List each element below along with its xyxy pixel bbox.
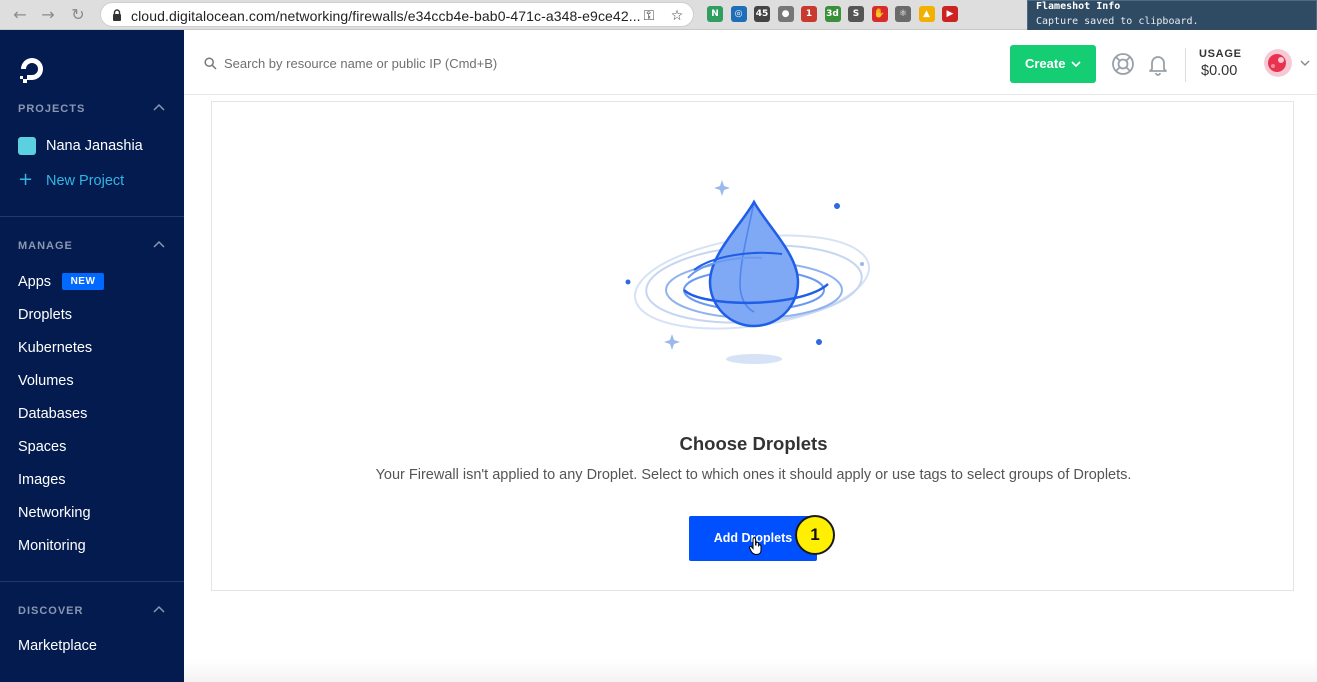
- sidebar-divider: [0, 581, 184, 582]
- page-bottom-shade: [184, 660, 1317, 682]
- sidebar-item-volumes[interactable]: Volumes: [18, 373, 74, 389]
- sidebar-project-name[interactable]: Nana Janashia: [46, 138, 143, 154]
- header-divider: [1185, 48, 1186, 82]
- new-project-link[interactable]: New Project: [46, 173, 124, 189]
- address-bar[interactable]: cloud.digitalocean.com/networking/firewa…: [100, 2, 694, 27]
- sidebar: PROJECTS Nana Janashia + New Project MAN…: [0, 30, 184, 682]
- sidebar-item-kubernetes[interactable]: Kubernetes: [18, 340, 92, 356]
- sidebar-item-monitoring[interactable]: Monitoring: [18, 538, 86, 554]
- empty-state-card: Choose Droplets Your Firewall isn't appl…: [211, 101, 1294, 591]
- usage-value[interactable]: $0.00: [1201, 63, 1237, 79]
- mail-ext-icon[interactable]: 1: [801, 6, 817, 22]
- stop-ext-icon[interactable]: ✋: [871, 6, 888, 22]
- sidebar-item-droplets[interactable]: Droplets: [18, 307, 72, 323]
- digitalocean-logo-icon[interactable]: [17, 54, 47, 84]
- usage-label: USAGE: [1199, 48, 1242, 60]
- notification-title: Flameshot Info: [1036, 1, 1121, 12]
- sidebar-item-apps[interactable]: Apps: [18, 274, 51, 290]
- react-ext-icon[interactable]: ⚛: [895, 6, 911, 22]
- key-icon[interactable]: ⚿: [640, 7, 658, 25]
- bell-icon[interactable]: [1146, 52, 1170, 76]
- notification-message: Capture saved to clipboard.: [1036, 16, 1199, 27]
- sidebar-item-spaces[interactable]: Spaces: [18, 439, 66, 455]
- card-description: Your Firewall isn't applied to any Dropl…: [375, 467, 1132, 483]
- url-text: cloud.digitalocean.com/networking/firewa…: [131, 8, 641, 24]
- chevron-down-icon: [1071, 61, 1081, 68]
- project-icon: [18, 137, 36, 155]
- red-ext-icon[interactable]: ▶: [942, 6, 958, 22]
- counter-ext-icon[interactable]: 45: [754, 6, 770, 22]
- chevron-up-icon[interactable]: [153, 103, 165, 111]
- search-input[interactable]: [224, 52, 724, 74]
- calendar-ext-icon[interactable]: 3d: [824, 6, 841, 22]
- sidebar-item-images[interactable]: Images: [18, 472, 66, 488]
- new-badge: NEW: [62, 273, 104, 290]
- plus-icon[interactable]: +: [18, 171, 33, 189]
- chevron-up-icon[interactable]: [153, 240, 165, 248]
- back-icon[interactable]: ←: [10, 5, 30, 25]
- apple-ext-icon[interactable]: ●: [777, 6, 794, 22]
- notion-ext-icon[interactable]: N: [707, 6, 723, 22]
- discover-section-title: DISCOVER: [18, 605, 84, 617]
- create-button[interactable]: Create: [1010, 45, 1096, 83]
- lock-icon: [113, 9, 121, 21]
- top-header: Create USAGE $0.00: [184, 30, 1317, 95]
- avatar[interactable]: [1264, 49, 1292, 77]
- manage-section-title: MANAGE: [18, 240, 73, 252]
- s-ext-icon[interactable]: S: [848, 6, 864, 22]
- star-icon[interactable]: ☆: [668, 7, 686, 25]
- search-icon: [204, 57, 217, 70]
- reload-icon[interactable]: ↻: [68, 5, 88, 25]
- hand-cursor-icon: [749, 537, 762, 555]
- create-button-label: Create: [1024, 56, 1066, 71]
- blue-circle-ext-icon[interactable]: ◎: [730, 6, 747, 22]
- sidebar-divider: [0, 216, 184, 217]
- sidebar-item-databases[interactable]: Databases: [18, 406, 87, 422]
- card-title: Choose Droplets: [679, 433, 828, 454]
- step-badge: 1: [795, 515, 835, 555]
- sidebar-item-networking[interactable]: Networking: [18, 505, 91, 521]
- chevron-up-icon[interactable]: [153, 605, 165, 613]
- drive-ext-icon[interactable]: ▲: [918, 6, 935, 22]
- projects-section-title: PROJECTS: [18, 103, 86, 115]
- forward-icon[interactable]: →: [38, 5, 58, 25]
- sidebar-item-marketplace[interactable]: Marketplace: [18, 638, 97, 654]
- chevron-down-icon[interactable]: [1300, 60, 1310, 67]
- droplet-illustration-icon: [625, 180, 871, 364]
- help-lifebuoy-icon[interactable]: [1111, 52, 1135, 76]
